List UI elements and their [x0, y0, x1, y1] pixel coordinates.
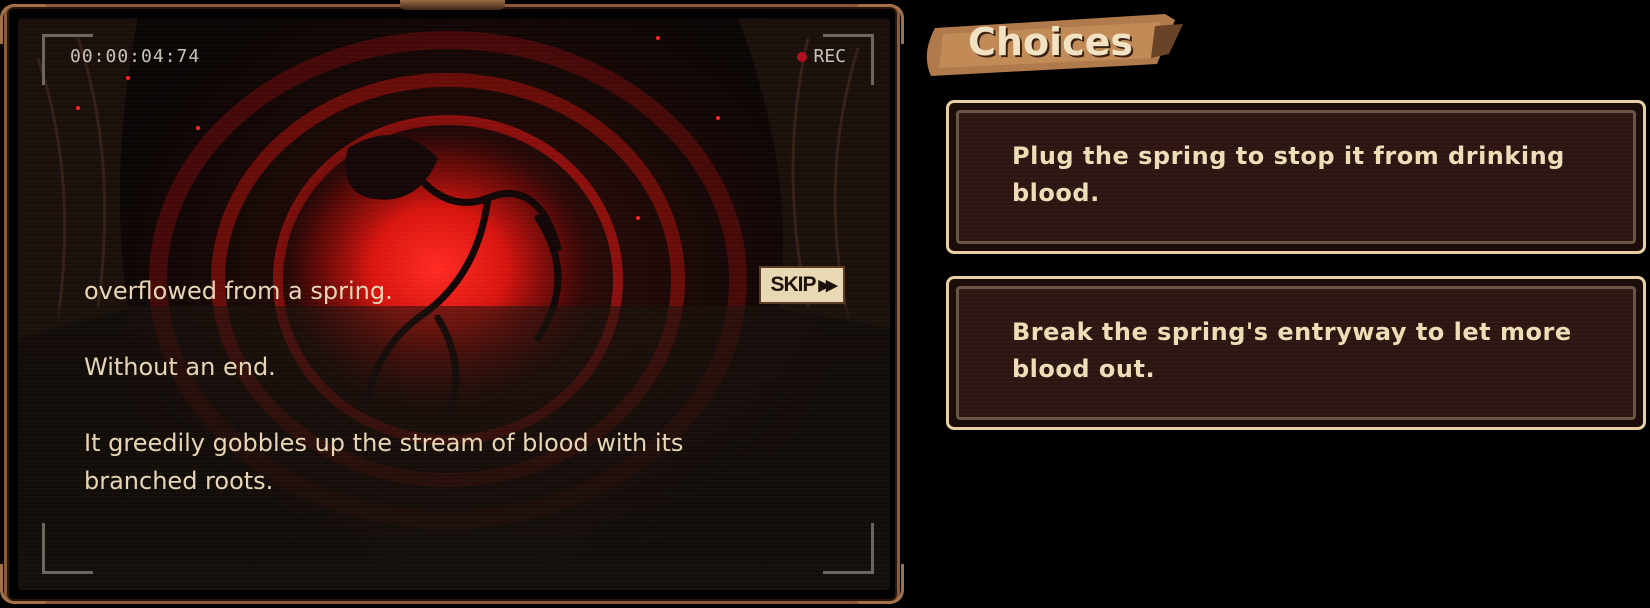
cutscene-caption: overflowed from a spring. Without an end…: [84, 277, 804, 538]
skip-label: SKIP: [770, 273, 816, 296]
choices-banner: Choices: [925, 14, 1185, 76]
choice-option-plug-spring[interactable]: Plug the spring to stop it from drinking…: [946, 100, 1646, 254]
choice-label: Break the spring's entryway to let more …: [1012, 318, 1572, 383]
rec-indicator: REC: [797, 46, 846, 67]
caption-line: It greedily gobbles up the stream of blo…: [84, 429, 684, 495]
cutscene-frame: 00:00:04:74 REC overflowed from a spring…: [0, 0, 904, 608]
frame-top-cap: [400, 0, 505, 10]
camera-bracket-bottom-right: [823, 523, 874, 574]
fast-forward-icon: ▶▶: [818, 277, 837, 294]
cutscene-viewport[interactable]: 00:00:04:74 REC overflowed from a spring…: [18, 18, 890, 590]
caption-line: Without an end.: [84, 353, 276, 381]
timecode: 00:00:04:74: [70, 46, 201, 67]
choice-option-break-entryway[interactable]: Break the spring's entryway to let more …: [946, 276, 1646, 430]
choice-label: Plug the spring to stop it from drinking…: [1012, 142, 1565, 207]
choices-title: Choices: [968, 20, 1133, 64]
record-dot-icon: [797, 51, 808, 62]
caption-line: overflowed from a spring.: [84, 277, 393, 305]
skip-button[interactable]: SKIP ▶▶: [759, 266, 845, 304]
rec-label: REC: [813, 46, 846, 67]
